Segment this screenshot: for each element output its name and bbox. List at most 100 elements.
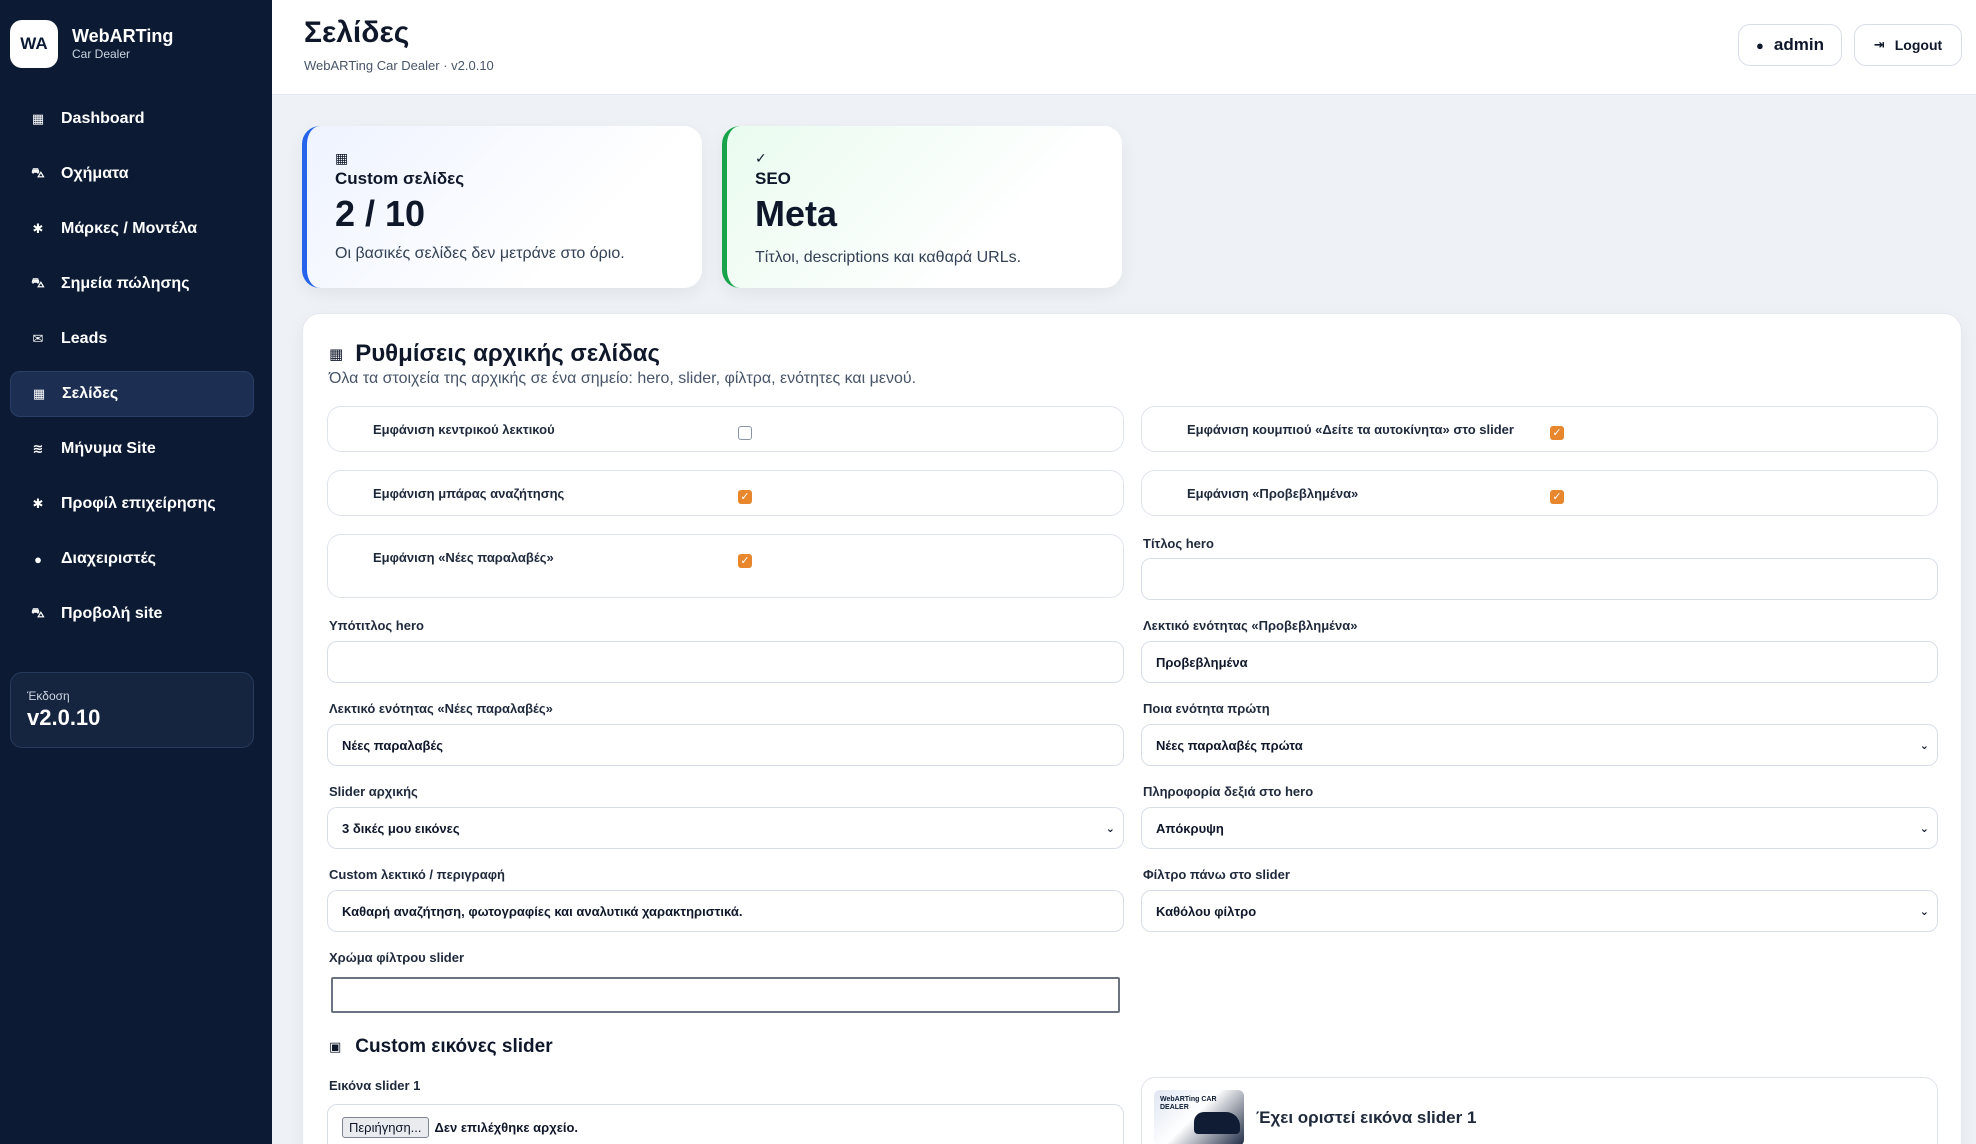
slider-select[interactable]: 3 δικές μου εικόνες ⌄ xyxy=(327,807,1124,849)
version-value: v2.0.10 xyxy=(27,705,101,730)
first-section-value: Νέες παραλαβές πρώτα xyxy=(1156,737,1303,753)
hero-subtitle-label: Υπότιτλος hero xyxy=(329,618,424,633)
sidebar-item-pages[interactable]: ▦ Σελίδες xyxy=(10,371,254,417)
sidebar-item-vehicles[interactable]: ⛍ Οχήματα xyxy=(10,151,254,197)
sidebar: WA WebARTing Car Dealer ▦ Dashboard ⛍ Οχ… xyxy=(0,0,272,1144)
checkbox-show-button[interactable]: ✓ xyxy=(1550,426,1564,440)
car-icon: ⛍ xyxy=(31,605,45,620)
sidebar-item-brands[interactable]: ✱ Μάρκες / Μοντέλα xyxy=(10,206,254,252)
hero-info-label: Πληροφορία δεξιά στο hero xyxy=(1143,784,1314,799)
brand-sub: Car Dealer xyxy=(72,47,131,61)
no-file-text: Δεν επιλέχθηκε αρχείο. xyxy=(434,1120,579,1135)
toggle-show-search[interactable]: Εμφάνιση μπάρας αναζήτησης ✓ xyxy=(327,470,1124,516)
layers-icon: ≋ xyxy=(32,441,44,456)
sidebar-item-label: Οχήματα xyxy=(61,165,129,182)
sidebar-item-business-profile[interactable]: ✱ Προφίλ επιχείρησης xyxy=(10,481,254,527)
toggle-show-new[interactable]: Εμφάνιση «Νέες παραλαβές» ✓ xyxy=(327,534,1124,598)
gear-icon: ✱ xyxy=(32,221,44,236)
sidebar-nav: ▦ Dashboard ⛍ Οχήματα ✱ Μάρκες / Μοντέλα… xyxy=(10,96,254,646)
hero-info-select[interactable]: Απόκρυψη ⌄ xyxy=(1141,807,1938,849)
chevron-down-icon: ⌄ xyxy=(1919,823,1929,835)
gear-icon: ✱ xyxy=(32,496,44,511)
chevron-down-icon: ⌄ xyxy=(1105,823,1115,835)
slider-image-1-label: Εικόνα slider 1 xyxy=(329,1078,421,1093)
mail-icon: ✉ xyxy=(32,331,44,346)
car-image xyxy=(1194,1112,1240,1134)
grid-icon: ▦ xyxy=(329,346,344,363)
slider-images-title: Custom εικόνες slider xyxy=(355,1036,553,1057)
toggle-label: Εμφάνιση κεντρικού λεκτικού xyxy=(373,422,555,437)
sidebar-item-admins[interactable]: ● Διαχειριστές xyxy=(10,536,254,582)
user-icon: ● xyxy=(1756,37,1764,53)
featured-text-input[interactable]: Προβεβλημένα xyxy=(1141,641,1938,683)
custom-text-input[interactable]: Καθαρή αναζήτηση, φωτογραφίες και αναλυτ… xyxy=(327,890,1124,932)
slider-label: Slider αρχικής xyxy=(329,784,418,799)
sidebar-item-site-message[interactable]: ≋ Μήνυμα Site xyxy=(10,426,254,472)
logout-button[interactable]: ⇥ Logout xyxy=(1854,24,1962,66)
grid-icon: ▦ xyxy=(335,150,349,166)
sidebar-item-label: Μάρκες / Μοντέλα xyxy=(61,220,198,237)
user-button[interactable]: ● admin xyxy=(1738,24,1842,66)
brand-logo: WA xyxy=(10,20,58,68)
sidebar-item-dashboard[interactable]: ▦ Dashboard xyxy=(10,96,254,142)
checkbox-show-search[interactable]: ✓ xyxy=(738,490,752,504)
page-subtitle: WebARTing Car Dealer · v2.0.10 xyxy=(304,58,494,73)
seo-label: SEO xyxy=(755,169,791,188)
sidebar-item-label: Διαχειριστές xyxy=(61,550,156,567)
custom-text-label: Custom λεκτικό / περιγραφή xyxy=(329,867,505,882)
chevron-down-icon: ⌄ xyxy=(1919,740,1929,752)
filter-color-label: Χρώμα φίλτρου slider xyxy=(329,950,465,965)
browse-button[interactable]: Περιήγηση... xyxy=(342,1117,429,1138)
first-section-select[interactable]: Νέες παραλαβές πρώτα ⌄ xyxy=(1141,724,1938,766)
filter-color-input[interactable] xyxy=(331,977,1120,1013)
sidebar-item-label: Σελίδες xyxy=(62,385,119,402)
sidebar-item-label: Σημεία πώλησης xyxy=(61,275,190,292)
hero-title-input[interactable] xyxy=(1141,558,1938,600)
user-icon: ● xyxy=(34,551,42,567)
sidebar-item-locations[interactable]: ⛍ Σημεία πώλησης xyxy=(10,261,254,307)
slider-images-heading: ▣ Custom εικόνες slider xyxy=(329,1036,553,1058)
car-icon: ⛍ xyxy=(31,275,45,290)
preview-text: Έχει οριστεί εικόνα slider 1 xyxy=(1256,1108,1477,1127)
toggle-label: Εμφάνιση «Νέες παραλαβές» xyxy=(373,550,554,565)
slider-thumbnail: WebARTing CAR DEALER xyxy=(1154,1090,1244,1144)
user-label: admin xyxy=(1773,35,1824,54)
sidebar-item-view-site[interactable]: ⛍ Προβολή site xyxy=(10,591,254,637)
sidebar-item-label: Μήνυμα Site xyxy=(61,440,156,457)
sidebar-item-label: Dashboard xyxy=(61,110,145,127)
toggle-label: Εμφάνιση κουμπιού «Δείτε τα αυτοκίνητα» … xyxy=(1187,422,1514,437)
brand-name: WebARTing xyxy=(72,26,174,46)
version-box: Έκδοση v2.0.10 xyxy=(10,672,254,748)
hero-info-value: Απόκρυψη xyxy=(1156,820,1224,836)
slider-filter-select[interactable]: Καθόλου φίλτρο ⌄ xyxy=(1141,890,1938,932)
new-text-input[interactable]: Νέες παραλαβές xyxy=(327,724,1124,766)
new-text-label: Λεκτικό ενότητας «Νέες παραλαβές» xyxy=(329,701,553,716)
panel-title-text: Ρυθμίσεις αρχικής σελίδας xyxy=(355,340,661,367)
logout-label: Logout xyxy=(1894,37,1943,53)
checkbox-show-new[interactable]: ✓ xyxy=(738,554,752,568)
hero-title-label: Τίτλος hero xyxy=(1143,536,1214,551)
car-icon: ⛍ xyxy=(31,165,45,180)
thumbnail-logo-text: WebARTing CAR DEALER xyxy=(1160,1096,1217,1111)
sidebar-item-leads[interactable]: ✉ Leads xyxy=(10,316,254,362)
panel-subtitle: Όλα τα στοιχεία της αρχικής σε ένα σημεί… xyxy=(329,370,917,387)
toggle-show-button[interactable]: Εμφάνιση κουμπιού «Δείτε τα αυτοκίνητα» … xyxy=(1141,406,1938,452)
hero-subtitle-input[interactable] xyxy=(327,641,1124,683)
homepage-settings-panel: ▦ Ρυθμίσεις αρχικής σελίδας Όλα τα στοιχ… xyxy=(302,313,1962,1144)
panel-title: ▦ Ρυθμίσεις αρχικής σελίδας xyxy=(329,340,660,368)
toggle-show-featured[interactable]: Εμφάνιση «Προβεβλημένα» ✓ xyxy=(1141,470,1938,516)
toggle-show-center-text[interactable]: Εμφάνιση κεντρικού λεκτικού xyxy=(327,406,1124,452)
featured-text-label: Λεκτικό ενότητας «Προβεβλημένα» xyxy=(1143,618,1358,633)
toggle-label: Εμφάνιση «Προβεβλημένα» xyxy=(1187,486,1359,501)
checkbox-show-featured[interactable]: ✓ xyxy=(1550,490,1564,504)
image-icon: ▣ xyxy=(329,1039,342,1054)
brand[interactable]: WA WebARTing Car Dealer xyxy=(10,20,173,68)
slider-image-1-preview: WebARTing CAR DEALER Έχει οριστεί εικόνα… xyxy=(1141,1077,1938,1144)
slider-filter-label: Φίλτρο πάνω στο slider xyxy=(1143,867,1290,882)
custom-pages-label: Custom σελίδες xyxy=(335,169,465,188)
sidebar-item-label: Leads xyxy=(61,330,108,347)
check-icon: ✓ xyxy=(755,150,767,166)
logout-icon: ⇥ xyxy=(1873,37,1885,52)
custom-pages-desc: Οι βασικές σελίδες δεν μετράνε στο όριο. xyxy=(335,245,625,262)
checkbox-show-center-text[interactable] xyxy=(738,426,752,440)
